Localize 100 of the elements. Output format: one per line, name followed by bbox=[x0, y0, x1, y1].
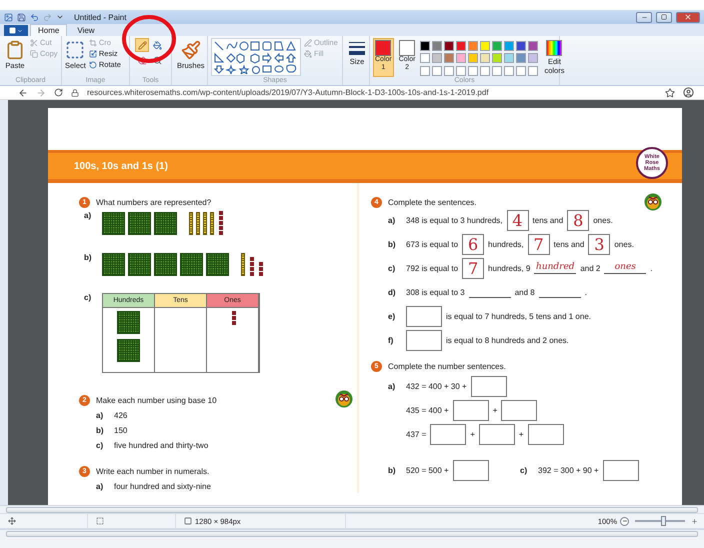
eraser-icon bbox=[138, 56, 146, 64]
color-swatch[interactable] bbox=[516, 53, 526, 64]
color-swatch[interactable] bbox=[516, 41, 526, 51]
color-swatch[interactable] bbox=[420, 53, 430, 64]
question-text: What numbers are represented? bbox=[96, 198, 212, 206]
sentence-text: ones. bbox=[614, 240, 634, 248]
url-text[interactable]: resources.whiterosemaths.com/wp-content/uploads/2019/07/Y3-Autumn-Block-1-D3-100s-10s-and-1s-1-2019.pdf bbox=[87, 88, 657, 97]
zoom-in-icon[interactable] bbox=[691, 518, 698, 524]
color-swatch[interactable] bbox=[432, 41, 442, 51]
scrollbar-thumb[interactable] bbox=[6, 530, 698, 536]
account-icon[interactable] bbox=[683, 87, 694, 98]
color-swatch[interactable] bbox=[468, 41, 478, 51]
color-swatch[interactable] bbox=[528, 53, 538, 64]
horizontal-scrollbar[interactable] bbox=[0, 529, 704, 537]
question-text: Complete the sentences. bbox=[388, 198, 476, 206]
item-label: a) bbox=[96, 482, 104, 490]
item-label: b) bbox=[84, 253, 93, 262]
redo-icon[interactable] bbox=[43, 12, 52, 22]
color-swatch[interactable] bbox=[456, 53, 466, 64]
copy-icon bbox=[30, 50, 38, 58]
color-swatch[interactable] bbox=[444, 53, 454, 64]
answer-box[interactable] bbox=[430, 424, 466, 444]
item-label: f) bbox=[388, 336, 394, 344]
item-label: c) bbox=[388, 264, 396, 272]
sentence-text: tens and bbox=[554, 240, 584, 248]
item-label: a) bbox=[84, 211, 92, 220]
reload-icon[interactable] bbox=[54, 88, 63, 97]
color-swatch[interactable] bbox=[420, 41, 430, 51]
scrollbar-thumb[interactable] bbox=[6, 506, 698, 512]
sentence-text: ones. bbox=[593, 216, 613, 224]
item-label: c) bbox=[96, 440, 104, 450]
horizontal-scrollbar[interactable] bbox=[0, 505, 704, 513]
answer-box[interactable]: 3 bbox=[588, 234, 610, 254]
fill-in-line[interactable]: ones bbox=[604, 262, 646, 274]
color-swatch[interactable] bbox=[480, 41, 490, 51]
item-text: 426 bbox=[114, 410, 128, 420]
zoom-slider-thumb[interactable] bbox=[660, 516, 666, 526]
dropdown-icon[interactable] bbox=[56, 13, 64, 21]
lock-icon bbox=[71, 88, 79, 96]
ribbon-tab[interactable]: Home bbox=[30, 24, 68, 36]
color-swatch[interactable] bbox=[456, 41, 466, 51]
sentence-text: and 2 bbox=[580, 264, 600, 272]
answer-box[interactable]: 7 bbox=[528, 234, 550, 254]
item-label: b) bbox=[96, 426, 105, 434]
item-label: a) bbox=[388, 216, 396, 224]
answer-box[interactable] bbox=[406, 306, 442, 326]
answer-box[interactable] bbox=[406, 330, 442, 350]
answer-box[interactable]: 6 bbox=[462, 234, 484, 254]
color-swatch[interactable] bbox=[432, 53, 442, 64]
file-menu-button[interactable] bbox=[4, 25, 28, 36]
color-swatch[interactable] bbox=[504, 53, 514, 64]
color-swatch[interactable] bbox=[468, 53, 478, 64]
fill-in-line[interactable]: hundred bbox=[534, 262, 576, 274]
answer-box[interactable] bbox=[528, 424, 564, 444]
item-label: d) bbox=[388, 288, 397, 296]
back-icon[interactable] bbox=[18, 88, 28, 98]
color-swatch[interactable] bbox=[504, 41, 514, 51]
sentence-text: tens and bbox=[532, 216, 564, 224]
sentence-text: 435 = 400 + bbox=[406, 406, 449, 414]
hundred-block-icon bbox=[117, 339, 140, 362]
color-swatch[interactable] bbox=[528, 41, 538, 51]
color-swatch[interactable] bbox=[492, 53, 502, 64]
sentence-text: is equal to 8 hundreds and 2 ones. bbox=[446, 336, 569, 344]
maximize-button[interactable] bbox=[656, 12, 672, 22]
color-spectrum-icon bbox=[546, 40, 562, 56]
sentence-text: 792 is equal to bbox=[406, 264, 458, 272]
color-chip bbox=[375, 40, 392, 56]
item-label: b) bbox=[388, 240, 397, 248]
sentence-text: + bbox=[518, 430, 524, 438]
color-swatch[interactable] bbox=[444, 41, 454, 51]
sentence-text: is equal to 7 hundreds, 5 tens and 1 one. bbox=[446, 312, 591, 320]
cartoon-badge-icon bbox=[644, 193, 662, 211]
answer-box[interactable]: 8 bbox=[567, 210, 590, 230]
answer-box[interactable] bbox=[452, 460, 489, 480]
answer-box[interactable] bbox=[501, 400, 538, 420]
minus-icon bbox=[622, 518, 628, 524]
ones-cubes-icon bbox=[232, 311, 236, 325]
save-icon[interactable] bbox=[17, 12, 26, 22]
answer-box[interactable]: 7 bbox=[462, 258, 484, 278]
scissors-icon bbox=[30, 38, 38, 46]
clipboard-icon bbox=[5, 40, 25, 60]
pencil-tool-button[interactable] bbox=[135, 38, 149, 52]
star-icon[interactable] bbox=[665, 88, 675, 98]
magnifier-icon bbox=[152, 56, 162, 64]
answer-box[interactable] bbox=[478, 424, 515, 444]
ribbon-tab[interactable]: View bbox=[69, 24, 103, 36]
sentence-text: . bbox=[584, 288, 587, 296]
forward-icon[interactable] bbox=[36, 88, 46, 98]
answer-box[interactable]: 4 bbox=[506, 210, 529, 230]
paint-bucket-icon bbox=[152, 40, 162, 50]
undo-icon[interactable] bbox=[30, 12, 39, 22]
color-swatch[interactable] bbox=[492, 41, 502, 51]
color-chip bbox=[399, 40, 416, 56]
item-text: four hundred and sixty-nine bbox=[114, 482, 211, 490]
answer-box[interactable] bbox=[470, 376, 507, 396]
answer-box[interactable] bbox=[452, 400, 489, 420]
zoom-out-button[interactable] bbox=[620, 516, 629, 526]
answer-box[interactable] bbox=[602, 460, 639, 480]
color-swatch[interactable] bbox=[480, 53, 490, 64]
caret-icon bbox=[17, 28, 23, 34]
